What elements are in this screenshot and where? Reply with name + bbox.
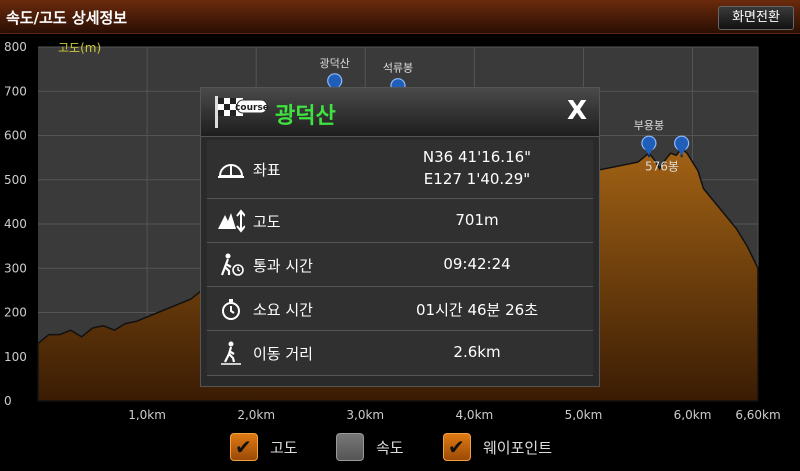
hiker-clock-icon	[217, 253, 245, 277]
x-tick-label: 3,0km	[346, 408, 384, 420]
y-tick-label: 500	[4, 173, 27, 187]
page-title: 속도/고도 상세정보	[6, 9, 128, 27]
peak-annotation: 576봉	[645, 160, 679, 174]
x-tick-label: 5,0km	[565, 408, 603, 420]
waypoint-popup: course 광덕산 X 좌표 N36 41'16.16" E127 1'40.…	[200, 87, 600, 387]
stopwatch-icon	[217, 297, 245, 321]
y-tick-label: 100	[4, 350, 27, 364]
y-tick-label: 300	[4, 261, 27, 275]
legend-speed-label: 속도	[376, 438, 404, 457]
value-latitude: N36 41'16.16"	[422, 148, 532, 166]
label-altitude: 고도	[253, 213, 281, 231]
legend-altitude-label: 고도	[270, 438, 298, 457]
legend-waypoint-label: 웨이포인트	[483, 438, 553, 457]
label-elapsed-time: 소요 시간	[253, 301, 313, 319]
y-tick-label: 400	[4, 217, 27, 231]
close-popup-button[interactable]: X	[567, 96, 587, 126]
row-pass-time: 통과 시간 09:42:24	[207, 243, 593, 287]
row-coordinates: 좌표 N36 41'16.16" E127 1'40.29"	[207, 140, 593, 199]
compass-icon	[217, 156, 245, 180]
y-tick-label: 0	[4, 394, 12, 408]
altitude-checkbox[interactable]: ✔	[230, 433, 258, 461]
legend-altitude[interactable]: ✔ 고도	[230, 432, 298, 462]
course-badge-text: course	[235, 103, 269, 113]
y-tick-label: 800	[4, 40, 27, 54]
popup-header: course 광덕산 X	[201, 88, 599, 137]
switch-view-button[interactable]: 화면전환	[718, 6, 794, 30]
check-icon: ✔	[235, 435, 252, 459]
check-icon: ✔	[448, 435, 465, 459]
walker-distance-icon	[217, 341, 245, 365]
x-tick-label: 6,0km	[674, 408, 712, 420]
mountain-altitude-icon	[217, 209, 246, 233]
x-tick-label: 1,0km	[128, 408, 166, 420]
waypoint-label: 석류봉	[383, 62, 413, 75]
y-axis-label: 고도(m)	[58, 41, 101, 55]
value-distance: 2.6km	[453, 343, 501, 361]
x-tick-label: 6,60km	[735, 408, 780, 420]
legend: ✔ 고도 속도 ✔ 웨이포인트	[0, 428, 800, 468]
legend-speed[interactable]: 속도	[336, 432, 404, 462]
label-pass-time: 통과 시간	[253, 257, 313, 275]
row-distance: 이동 거리 2.6km	[207, 331, 593, 376]
waypoint-label: 부용봉	[634, 119, 664, 132]
y-tick-label: 700	[4, 84, 27, 98]
row-altitude: 고도 701m	[207, 199, 593, 243]
x-tick-label: 4,0km	[455, 408, 493, 420]
speed-checkbox[interactable]	[336, 433, 364, 461]
waypoint-name: 광덕산	[275, 104, 336, 129]
course-flag-icon: course	[215, 96, 269, 128]
waypoint-checkbox[interactable]: ✔	[443, 433, 471, 461]
value-longitude: E127 1'40.29"	[423, 170, 531, 188]
value-altitude: 701m	[455, 211, 499, 229]
row-elapsed-time: 소요 시간 01시간 46분 26초	[207, 287, 593, 331]
label-distance: 이동 거리	[253, 345, 313, 363]
label-coordinates: 좌표	[253, 161, 281, 179]
x-tick-label: 2,0km	[237, 408, 275, 420]
y-tick-label: 200	[4, 306, 27, 320]
value-elapsed-time: 01시간 46분 26초	[416, 301, 538, 319]
legend-waypoint[interactable]: ✔ 웨이포인트	[443, 432, 552, 462]
title-bar: 속도/고도 상세정보 화면전환	[0, 0, 800, 34]
value-pass-time: 09:42:24	[443, 255, 511, 273]
waypoint-label: 광덕산	[320, 57, 350, 70]
y-tick-label: 600	[4, 129, 27, 143]
